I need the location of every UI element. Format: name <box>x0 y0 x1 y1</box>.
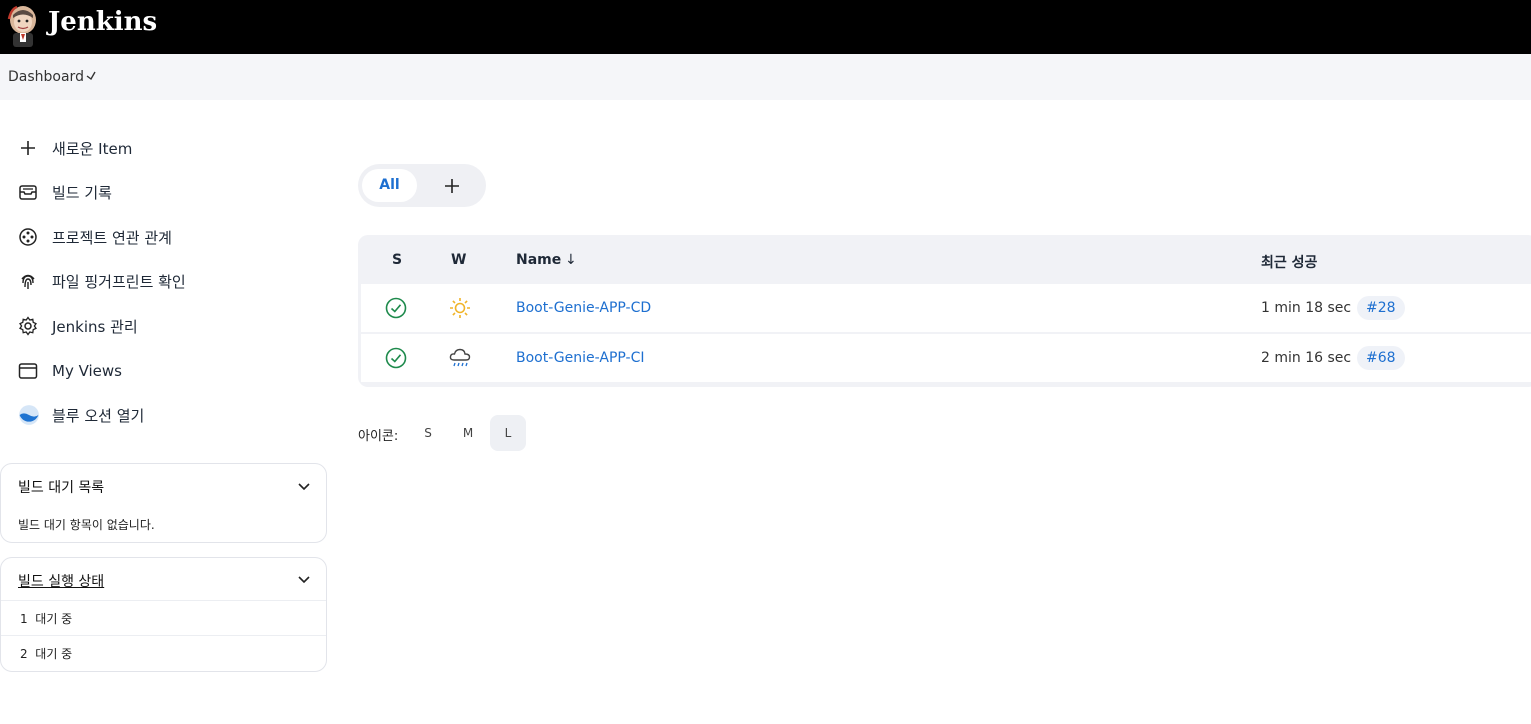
window-icon <box>18 363 38 379</box>
job-link[interactable]: Boot-Genie-APP-CD <box>516 300 651 316</box>
task-label: Jenkins 관리 <box>52 317 138 336</box>
task-new-item[interactable]: 새로운 Item <box>18 134 132 162</box>
build-queue-title: 빌드 대기 목록 <box>18 480 105 496</box>
build-history-icon <box>19 185 37 200</box>
task-label: 파일 핑거프린트 확인 <box>52 272 186 291</box>
executors-title[interactable]: 빌드 실행 상태 <box>18 571 104 591</box>
build-queue-panel: 빌드 대기 목록 빌드 대기 항목이 없습니다. <box>0 463 327 543</box>
task-my-views[interactable]: My Views <box>18 357 122 385</box>
icon-size-s[interactable]: S <box>410 415 446 451</box>
add-view-icon[interactable] <box>442 176 462 196</box>
app-title[interactable]: Jenkins <box>48 7 157 37</box>
executor-row: 2 대기 중 <box>1 635 326 671</box>
relationship-icon <box>19 228 37 246</box>
rain-icon <box>449 348 471 367</box>
column-header-last-success[interactable]: 최근 성공 <box>1261 252 1317 272</box>
last-success-duration: 1 min 18 sec <box>1261 300 1352 316</box>
task-blue-ocean[interactable]: 블루 오션 열기 <box>18 401 144 429</box>
table-row: Boot-Genie-APP-CI 2 min 16 sec #68 <box>361 334 1531 382</box>
executor-row: 1 대기 중 <box>1 600 326 636</box>
projects-table: S W Name ↓ 최근 성공 Boot-Genie-APP-CD 1 min… <box>358 235 1531 387</box>
breadcrumb-item-dashboard[interactable]: Dashboard <box>8 69 84 85</box>
column-header-status[interactable]: S <box>392 252 402 268</box>
sunny-icon <box>450 298 470 318</box>
view-tabs: All <box>358 164 486 207</box>
breadcrumb: Dashboard <box>0 54 1531 100</box>
executor-text: 2 대기 중 <box>20 647 73 661</box>
icon-size-l[interactable]: L <box>490 415 526 451</box>
task-project-relationship[interactable]: 프로젝트 연관 관계 <box>18 223 172 251</box>
task-manage-jenkins[interactable]: Jenkins 관리 <box>18 312 138 340</box>
task-label: 새로운 Item <box>52 139 133 158</box>
task-label: My Views <box>52 362 122 380</box>
last-success-duration: 2 min 16 sec <box>1261 350 1352 366</box>
task-label: 빌드 기록 <box>52 183 112 202</box>
plus-icon <box>21 141 35 155</box>
blue-ocean-icon <box>19 405 39 425</box>
fingerprint-icon <box>21 274 35 289</box>
executors-panel: 빌드 실행 상태 1 대기 중 2 대기 중 <box>0 557 327 672</box>
column-header-weather[interactable]: W <box>451 252 466 268</box>
jenkins-logo-icon[interactable] <box>7 5 39 47</box>
chevron-down-icon[interactable] <box>85 70 97 82</box>
page-header: Jenkins <box>0 0 1531 54</box>
build-number-link[interactable]: #68 <box>1357 346 1405 370</box>
success-check-icon <box>385 297 407 319</box>
table-row: Boot-Genie-APP-CD 1 min 18 sec #28 <box>361 284 1531 332</box>
build-number-link[interactable]: #28 <box>1357 296 1405 320</box>
task-build-history[interactable]: 빌드 기록 <box>18 178 112 206</box>
task-fingerprint[interactable]: 파일 핑거프린트 확인 <box>18 267 186 295</box>
icon-size-m[interactable]: M <box>450 415 486 451</box>
sort-arrow-icon[interactable]: ↓ <box>565 252 577 268</box>
column-header-name[interactable]: Name <box>516 252 561 268</box>
task-label: 블루 오션 열기 <box>52 406 145 425</box>
chevron-down-icon[interactable] <box>297 573 311 587</box>
build-queue-empty-text: 빌드 대기 항목이 없습니다. <box>18 518 155 532</box>
executor-text: 1 대기 중 <box>20 612 73 626</box>
task-label: 프로젝트 연관 관계 <box>52 228 172 247</box>
success-check-icon <box>385 347 407 369</box>
chevron-down-icon[interactable] <box>297 480 311 494</box>
job-link[interactable]: Boot-Genie-APP-CI <box>516 350 644 366</box>
icon-size-label: 아이콘: <box>358 429 399 444</box>
tab-all[interactable]: All <box>362 169 417 202</box>
gear-icon <box>19 316 37 336</box>
